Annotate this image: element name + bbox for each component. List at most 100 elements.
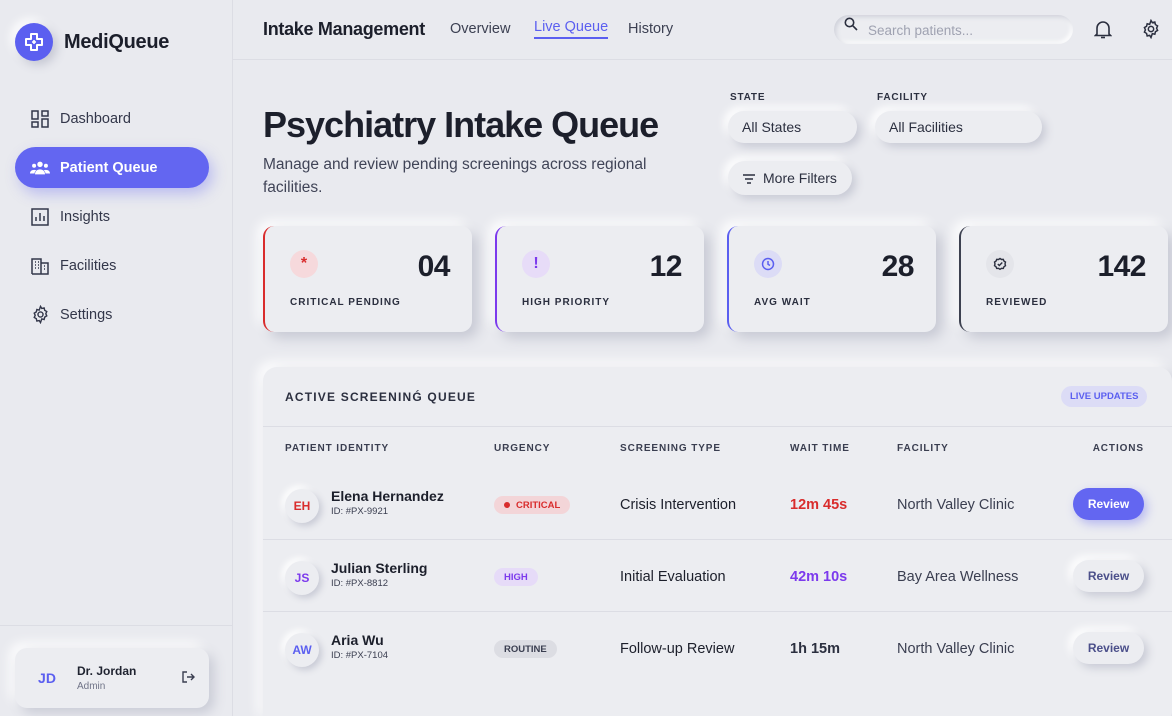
wait-time: 12m 45s — [790, 497, 848, 513]
facility-select[interactable]: All Facilities — [875, 111, 1042, 143]
sidebar-item-settings[interactable]: Settings — [15, 294, 209, 335]
urgency-badge: ROUTINE — [494, 640, 557, 658]
screening-queue-panel: ACTIVE SCREENIΝǴ QUEUE LIVE UPDATES PATI… — [263, 367, 1172, 716]
avatar: JD — [38, 670, 56, 686]
page-subtitle: Manage and review pending screenings acr… — [263, 156, 647, 196]
asterisk-icon: * — [290, 250, 318, 278]
dashboard-icon — [30, 109, 50, 129]
search-input[interactable] — [868, 20, 1064, 40]
facility-name: North Valley Clinic — [897, 641, 1015, 657]
facility-name: Bay Area Wellness — [897, 569, 1019, 585]
gear-icon[interactable] — [1141, 18, 1161, 40]
brand[interactable]: MediQueue — [15, 23, 169, 61]
patient-name: Aria Wu — [331, 632, 384, 648]
divider — [263, 426, 1172, 427]
stat-label: REVIEWED — [986, 297, 1048, 308]
screening-type: Crisis Intervention — [620, 497, 737, 513]
sidebar-item-label: Patient Queue — [60, 159, 158, 176]
column-header-actions: ACTIONS — [1092, 443, 1144, 454]
stat-label: AVG WAIT — [754, 297, 811, 308]
filter-icon — [742, 172, 756, 184]
sidebar-item-label: Settings — [60, 306, 113, 323]
urgency-label: HIGH — [504, 571, 528, 583]
users-icon — [30, 158, 50, 178]
sidebar-item-label: Facilities — [60, 257, 117, 274]
sidebar-item-insights[interactable]: Insights — [15, 196, 209, 237]
patient-name: Elena Hernandez — [331, 488, 444, 504]
more-filters-label: More Filters — [763, 170, 837, 186]
search-box — [834, 15, 1073, 44]
column-header-patient: PATIENT IDENTITY — [285, 443, 390, 454]
table-row: EH Elena Hernandez ID: #PX-9921 CRITICAL… — [263, 468, 1172, 540]
medical-cross-icon — [15, 23, 53, 61]
stat-value: 28 — [881, 250, 915, 283]
urgency-label: ROUTINE — [504, 643, 547, 655]
stat-label: HIGH PRIORITY — [522, 297, 611, 308]
status-dot-icon — [504, 502, 510, 508]
section-title: Intake Management — [263, 19, 425, 39]
tab-history[interactable]: History — [628, 21, 673, 37]
screening-type: Initial Evaluation — [620, 569, 726, 585]
stat-value: 04 — [417, 250, 451, 283]
check-circle-icon — [986, 250, 1014, 278]
sidebar-item-patient-queue[interactable]: Patient Queue — [15, 147, 209, 188]
sidebar-item-label: Insights — [60, 208, 110, 225]
stat-label: CRITICAL PENDING — [290, 297, 401, 308]
more-filters-button[interactable]: More Filters — [728, 161, 852, 195]
gear-icon — [30, 305, 50, 325]
logout-icon[interactable] — [181, 670, 197, 686]
sidebar-item-dashboard[interactable]: Dashboard — [15, 98, 209, 139]
stat-card-avg-wait: 28 AVG WAIT — [727, 226, 936, 332]
bell-icon[interactable] — [1093, 19, 1113, 39]
user-role: Admin — [77, 681, 106, 692]
queue-title: ACTIVE SCREENIΝǴ QUEUE — [285, 390, 477, 404]
exclamation-icon: ! — [522, 250, 550, 278]
chart-icon — [30, 207, 50, 227]
sidebar-nav: Dashboard Patient Queue Insights Facilit… — [15, 98, 209, 343]
sidebar-item-facilities[interactable]: Facilities — [15, 245, 209, 286]
table-row: JS Julian Sterling ID: #PX-8812 HIGH Ini… — [263, 540, 1172, 612]
stat-card-high-priority: ! 12 HIGH PRIORITY — [495, 226, 704, 332]
patient-id: ID: #PX-9921 — [331, 506, 389, 517]
search-icon — [844, 17, 858, 36]
wait-time: 42m 10s — [790, 569, 848, 585]
patient-avatar: EH — [285, 489, 319, 523]
review-button[interactable]: Review — [1073, 560, 1144, 592]
patient-avatar: AW — [285, 633, 319, 667]
user-card[interactable]: JD Dr. Jordan Admin — [15, 648, 209, 708]
review-button[interactable]: Review — [1073, 488, 1144, 520]
tab-overview[interactable]: Overview — [450, 21, 510, 37]
user-meta: Dr. Jordan Admin — [77, 664, 181, 692]
review-button[interactable]: Review — [1073, 632, 1144, 664]
app-name: MediQueue — [64, 30, 170, 53]
urgency-badge: HIGH — [494, 568, 538, 586]
wait-time: 1h 15m — [790, 641, 840, 657]
column-header-screening-type: SCREENING TYPE — [620, 443, 721, 454]
facility-name: North Valley Clinic — [897, 497, 1015, 513]
live-updates-badge: LIVE UPDATES — [1061, 386, 1148, 407]
facility-filter-label: FACILITY — [877, 92, 928, 103]
clock-icon — [754, 250, 782, 278]
column-header-urgency: URGENCY — [494, 443, 551, 454]
top-bar: Intake Management Overview Live Queue Hi… — [233, 0, 1172, 60]
tab-live-queue[interactable]: Live Queue — [534, 19, 609, 39]
page-title: Psychiatry Intake Queue — [263, 104, 659, 145]
building-icon — [30, 256, 50, 276]
user-name: Dr. Jordan — [77, 664, 137, 678]
sidebar: MediQueue Dashboard Patient Queue Insigh… — [0, 0, 233, 716]
sidebar-item-label: Dashboard — [60, 110, 131, 127]
stat-value: 12 — [649, 250, 683, 283]
state-select[interactable]: All States — [728, 111, 857, 143]
patient-id: ID: #PX-8812 — [331, 578, 389, 589]
state-filter-label: STATE — [730, 92, 766, 103]
patient-avatar: JS — [285, 561, 319, 595]
patient-name: Julian Sterling — [331, 560, 428, 576]
sidebar-footer: JD Dr. Jordan Admin — [0, 625, 233, 716]
patient-id: ID: #PX-7104 — [331, 650, 389, 661]
column-header-wait-time: WAIT TIME — [790, 443, 850, 454]
stat-value: 142 — [1097, 250, 1146, 283]
stat-card-reviewed: 142 REVIEWED — [959, 226, 1168, 332]
urgency-label: CRITICAL — [516, 499, 561, 511]
stat-card-critical: * 04 CRITICAL PENDING — [263, 226, 472, 332]
screening-type: Follow-up Review — [620, 641, 735, 657]
